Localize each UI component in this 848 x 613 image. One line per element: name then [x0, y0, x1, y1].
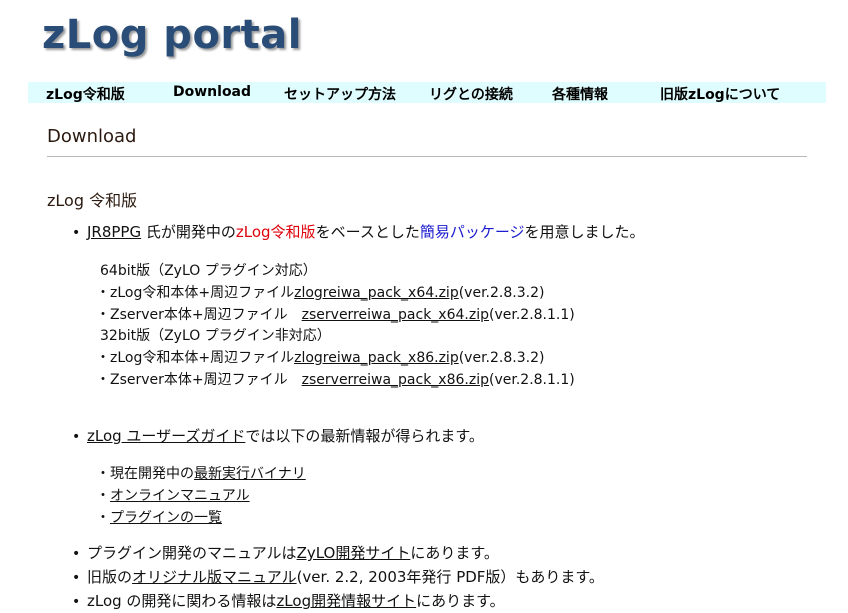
download-row-prefix: ・Zserver本体+周辺ファイル: [96, 372, 302, 388]
guide-item-prefix: ・: [96, 488, 110, 504]
users-guide-link[interactable]: zLog ユーザーズガイド: [87, 427, 245, 445]
download-row-prefix: ・zLog令和本体+周辺ファイル: [96, 350, 295, 366]
download-row: ・Zserver本体+周辺ファイル zserverreiwa_pack_x64.…: [96, 306, 575, 324]
zlogreiwa-x86-link[interactable]: zlogreiwa_pack_x86.zip: [294, 350, 459, 366]
section-title: zLog 令和版: [47, 191, 138, 210]
online-manual-link[interactable]: オンラインマニュアル: [110, 488, 250, 504]
nav-item-zlog-reiwa[interactable]: zLog令和版: [46, 84, 125, 104]
zlogreiwa-x64-link[interactable]: zlogreiwa_pack_x64.zip: [294, 285, 459, 301]
intro-text-3: を用意しました。: [524, 223, 645, 241]
intro-text-2: をベースとした: [315, 223, 420, 241]
latest-binary-link[interactable]: 最新実行バイナリ: [194, 466, 306, 482]
download-row-version: (ver.2.8.1.1): [489, 307, 575, 323]
plugin-manual-suffix: にあります。: [410, 544, 499, 562]
zserverreiwa-x86-link[interactable]: zserverreiwa_pack_x86.zip: [302, 372, 489, 388]
download-row-prefix: ・zLog令和本体+周辺ファイル: [96, 285, 295, 301]
nav-item-download[interactable]: Download: [173, 84, 251, 100]
old-manual-prefix: 旧版の: [87, 568, 133, 586]
guide-item: ・現在開発中の最新実行バイナリ: [96, 465, 306, 483]
zylo-dev-site-link[interactable]: ZyLO開発サイト: [297, 544, 411, 562]
download-row: ・zLog令和本体+周辺ファイルzlogreiwa_pack_x64.zip(v…: [96, 284, 544, 302]
nav-bar: zLog令和版 Download セットアップ方法 リグとの接続 各種情報 旧版…: [28, 82, 826, 103]
bullet-icon: •: [72, 225, 81, 241]
zlog-reiwa-highlight: zLog令和版: [235, 223, 316, 241]
bullet-icon: •: [72, 594, 81, 610]
download-row-version: (ver.2.8.3.2): [458, 285, 545, 301]
page-title: Download: [47, 126, 137, 147]
plugin-manual-line: プラグイン開発のマニュアルはZyLO開発サイトにあります。: [87, 544, 499, 562]
download-row: ・Zserver本体+周辺ファイル zserverreiwa_pack_x86.…: [96, 371, 575, 389]
plugin-list-link[interactable]: プラグインの一覧: [110, 510, 222, 526]
nav-item-old-zlog[interactable]: 旧版zLogについて: [660, 84, 780, 104]
guide-item: ・オンラインマニュアル: [96, 487, 250, 505]
simple-package-highlight: 簡易パッケージ: [419, 223, 525, 241]
intro-line: JR8PPG 氏が開発中のzLog令和版をベースとした簡易パッケージを用意しまし…: [87, 223, 645, 241]
bullet-icon: •: [72, 546, 81, 562]
plugin-manual-prefix: プラグイン開発のマニュアルは: [87, 544, 297, 562]
download-row: ・zLog令和本体+周辺ファイルzlogreiwa_pack_x86.zip(v…: [96, 349, 544, 367]
bullet-icon: •: [72, 429, 81, 445]
original-manual-link[interactable]: オリジナル版マニュアル: [132, 568, 297, 586]
dev-info-prefix: zLog の開発に関わる情報は: [87, 592, 277, 610]
guide-item-prefix: ・: [96, 510, 110, 526]
dev-info-line: zLog の開発に関わる情報はzLog開発情報サイトにあります。: [87, 592, 505, 610]
group-32bit-heading: 32bit版（ZyLO プラグイン非対応）: [100, 328, 331, 344]
guide-item: ・プラグインの一覧: [96, 509, 222, 527]
title-divider: [47, 156, 807, 157]
bullet-icon: •: [72, 570, 81, 586]
dev-info-suffix: にあります。: [416, 592, 505, 610]
nav-item-rig-connection[interactable]: リグとの接続: [429, 84, 513, 104]
zserverreiwa-x64-link[interactable]: zserverreiwa_pack_x64.zip: [302, 307, 489, 323]
zlog-dev-info-link[interactable]: zLog開発情報サイト: [276, 592, 416, 610]
old-manual-suffix: (ver. 2.2, 2003年発行 PDF版）もあります。: [296, 568, 604, 586]
download-row-prefix: ・Zserver本体+周辺ファイル: [96, 307, 302, 323]
old-manual-line: 旧版のオリジナル版マニュアル(ver. 2.2, 2003年発行 PDF版）もあ…: [87, 568, 604, 586]
nav-item-setup[interactable]: セットアップ方法: [284, 84, 396, 104]
nav-item-info[interactable]: 各種情報: [552, 84, 608, 104]
guide-text: では以下の最新情報が得られます。: [245, 427, 484, 445]
intro-text-1: 氏が開発中の: [141, 223, 236, 241]
author-link[interactable]: JR8PPG: [87, 223, 141, 241]
download-row-version: (ver.2.8.3.2): [458, 350, 545, 366]
site-logo[interactable]: zLog portal: [42, 12, 302, 58]
download-row-version: (ver.2.8.1.1): [489, 372, 575, 388]
group-64bit-heading: 64bit版（ZyLO プラグイン対応）: [100, 263, 317, 279]
guide-line: zLog ユーザーズガイドでは以下の最新情報が得られます。: [87, 427, 484, 445]
guide-item-prefix: ・現在開発中の: [96, 466, 194, 482]
